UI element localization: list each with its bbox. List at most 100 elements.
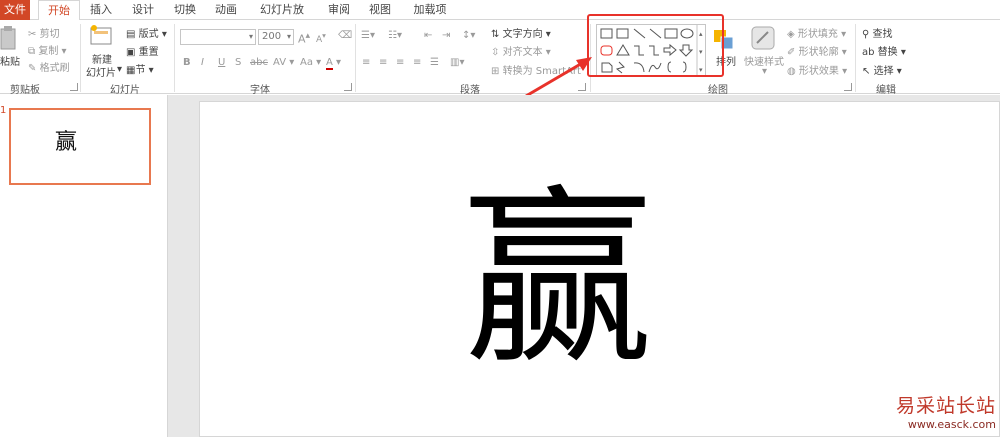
paint-bucket-icon: ◈	[787, 29, 795, 40]
tab-home[interactable]: 开始	[38, 0, 80, 21]
group-label-editing: 编辑	[876, 85, 896, 96]
ribbon-tab-bar: 文件 开始 插入 设计 切换 动画 幻灯片放映 审阅 视图 加载项	[0, 0, 1000, 36]
binoculars-icon: ⚲	[862, 29, 870, 40]
select-button[interactable]: ↖ 选择 ▾	[862, 62, 902, 77]
strikethrough-button[interactable]: abc	[250, 57, 268, 68]
chevron-down-icon: ▾	[161, 29, 167, 40]
group-label-drawing: 绘图	[708, 85, 728, 96]
text-direction-icon: ⇅	[491, 29, 500, 40]
align-text-icon: ⇳	[491, 47, 500, 58]
drawing-launcher-icon[interactable]	[844, 83, 852, 91]
quick-styles-chevron-icon[interactable]: ▾	[762, 66, 767, 77]
justify-icon[interactable]: ≡	[413, 57, 421, 68]
distribute-icon[interactable]: ☰	[430, 57, 439, 68]
scissors-icon: ✂	[28, 29, 37, 40]
new-slide-icon	[90, 25, 112, 45]
bullets-icon[interactable]: ☰▾	[361, 30, 375, 41]
chevron-down-icon: ▾	[61, 46, 67, 57]
slide-thumbnail[interactable]: 赢	[9, 108, 151, 185]
replace-icon: ab	[862, 47, 875, 58]
font-name-combo[interactable]: ▾	[180, 29, 256, 45]
tab-review[interactable]: 审阅	[326, 0, 352, 20]
copy-button[interactable]: ⧉ 复制 ▾	[28, 42, 67, 57]
grow-font-label: A	[298, 32, 306, 46]
chevron-down-icon: ▾	[148, 65, 154, 76]
replace-button[interactable]: ab 替换 ▾	[862, 43, 906, 58]
font-color-label: A	[326, 57, 333, 70]
new-slide-label-2: 幻灯片	[86, 68, 116, 79]
quick-styles-icon	[751, 26, 775, 50]
change-case-button[interactable]: Aa ▾	[300, 57, 321, 68]
ribbon-home: 粘贴 ✂ 剪切 ⧉ 复制 ▾ ✎ 格式刷 剪贴板 新建 幻灯片 ▾ ▤ 版式 ▾…	[0, 20, 1000, 96]
tab-slideshow[interactable]: 幻灯片放映	[257, 0, 307, 36]
watermark-name: 易采站长站	[895, 395, 996, 417]
watermark-url: www.easck.com	[907, 418, 996, 431]
copy-icon: ⧉	[28, 46, 36, 57]
decrease-indent-icon[interactable]: ⇤	[424, 30, 432, 41]
section-label: 节	[135, 65, 146, 76]
text-direction-button[interactable]: ⇅ 文字方向 ▾	[491, 25, 551, 40]
new-slide-chevron-icon[interactable]: ▾	[117, 64, 122, 75]
font-launcher-icon[interactable]	[344, 83, 352, 91]
columns-icon[interactable]: ▥▾	[450, 57, 464, 68]
increase-indent-icon[interactable]: ⇥	[442, 30, 450, 41]
tab-transitions[interactable]: 切换	[172, 0, 198, 20]
slide-text-box[interactable]: 赢	[463, 180, 653, 380]
slide-thumbnail-text: 赢	[55, 130, 78, 155]
font-size-value: 200	[262, 31, 282, 42]
find-button[interactable]: ⚲ 查找	[862, 25, 893, 40]
shape-effects-label: 形状效果	[798, 66, 839, 77]
smartart-icon: ⊞	[491, 66, 500, 77]
slide-thumbnails-pane: 1 赢	[0, 95, 168, 437]
paste-icon	[0, 26, 16, 50]
layout-icon: ▤	[126, 29, 136, 40]
copy-label: 复制	[38, 46, 59, 57]
new-slide-button[interactable]	[88, 23, 114, 47]
divider	[80, 24, 81, 92]
font-size-combo[interactable]: 200 ▾	[258, 29, 294, 45]
shape-fill-button[interactable]: ◈ 形状填充 ▾	[787, 25, 846, 40]
format-painter-label: 格式刷	[39, 63, 70, 74]
shrink-font-button[interactable]: A▾	[316, 31, 326, 45]
text-direction-label: 文字方向	[502, 29, 543, 40]
group-label-paragraph: 段落	[460, 85, 480, 96]
shape-effects-button[interactable]: ◍ 形状效果 ▾	[787, 62, 847, 77]
tab-addins[interactable]: 加载项	[410, 0, 450, 20]
char-spacing-button[interactable]: AV ▾	[273, 57, 294, 68]
align-left-icon[interactable]: ≡	[362, 57, 370, 68]
current-slide[interactable]: 赢	[199, 101, 1000, 437]
tab-insert[interactable]: 插入	[88, 0, 114, 20]
format-painter-button[interactable]: ✎ 格式刷	[28, 59, 70, 74]
highlight-box	[587, 14, 724, 77]
font-color-button[interactable]: A ▾	[326, 57, 341, 70]
clipboard-launcher-icon[interactable]	[70, 83, 78, 91]
tab-view[interactable]: 视图	[367, 0, 393, 20]
line-spacing-icon[interactable]: ↕▾	[462, 30, 475, 41]
group-label-font: 字体	[250, 85, 270, 96]
tab-design[interactable]: 设计	[130, 0, 156, 20]
slide-editor-canvas: 赢	[168, 95, 1000, 437]
paste-label: 粘贴	[0, 57, 20, 68]
quick-styles-button[interactable]	[750, 25, 776, 51]
align-right-icon[interactable]: ≡	[396, 57, 404, 68]
reset-icon: ▣	[126, 47, 136, 58]
align-center-icon[interactable]: ≡	[379, 57, 387, 68]
bold-button[interactable]: B	[183, 57, 191, 68]
change-case-label: Aa	[300, 57, 313, 68]
numbering-icon[interactable]: ☷▾	[388, 30, 402, 41]
tab-animations[interactable]: 动画	[213, 0, 239, 20]
shape-outline-button[interactable]: ✐ 形状轮廓 ▾	[787, 43, 847, 58]
reset-button[interactable]: ▣ 重置	[126, 43, 159, 58]
layout-label: 版式	[138, 29, 159, 40]
shadow-button[interactable]: S	[235, 57, 241, 68]
cut-button[interactable]: ✂ 剪切	[28, 25, 60, 40]
grow-font-button[interactable]: A▴	[298, 30, 310, 46]
layout-button[interactable]: ▤ 版式 ▾	[126, 25, 167, 40]
section-button[interactable]: ▦节 ▾	[126, 61, 154, 76]
divider	[855, 24, 856, 92]
italic-button[interactable]: I	[201, 57, 204, 68]
paste-button[interactable]	[0, 25, 18, 51]
tab-file[interactable]: 文件	[0, 0, 30, 20]
clear-format-icon[interactable]: ⌫	[338, 30, 352, 41]
underline-button[interactable]: U	[218, 57, 225, 68]
